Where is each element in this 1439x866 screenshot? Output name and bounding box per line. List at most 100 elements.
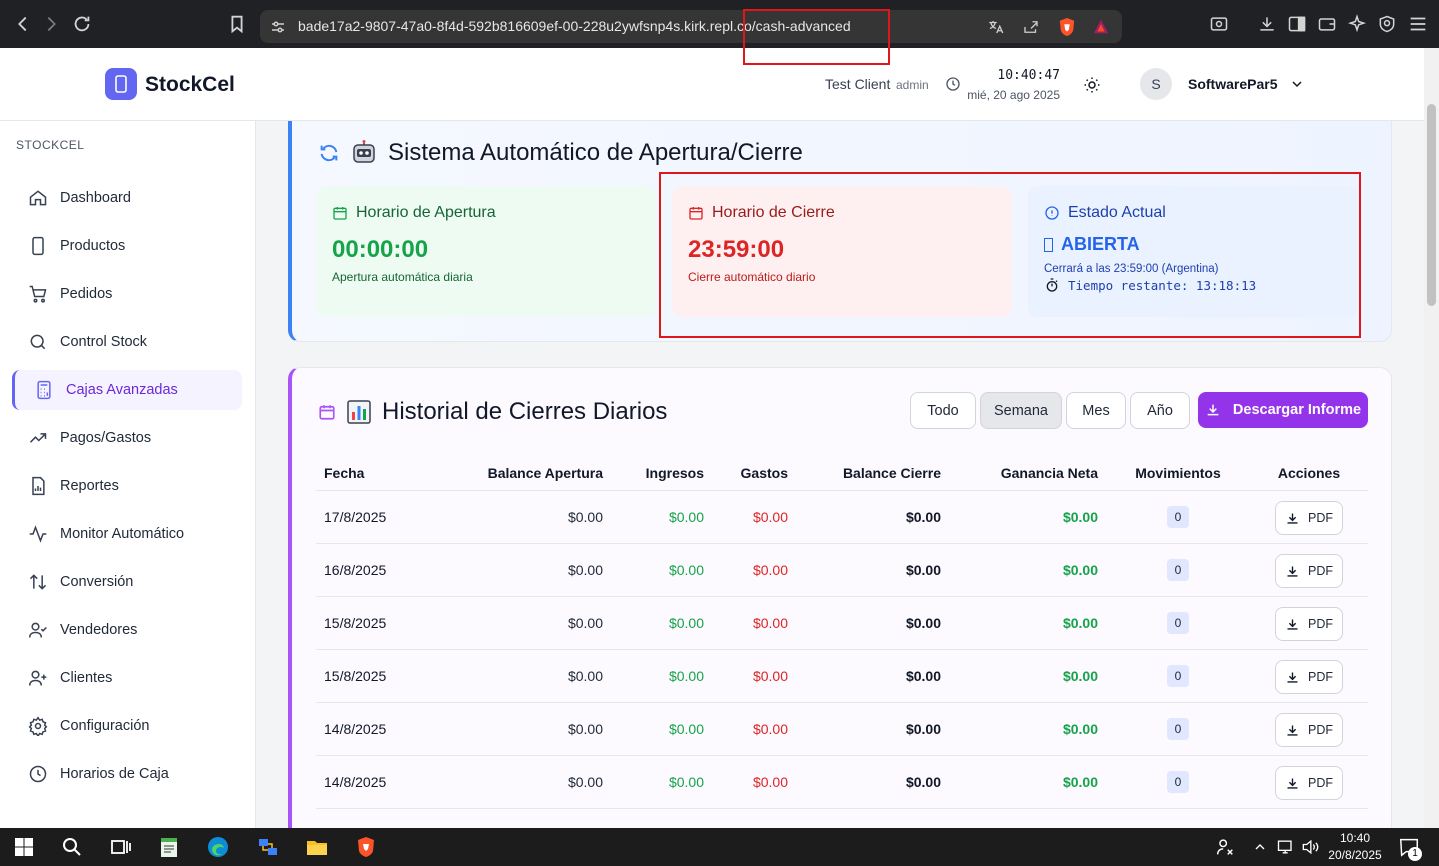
forward-icon[interactable] xyxy=(40,13,62,35)
back-icon[interactable] xyxy=(12,13,34,35)
windows-taskbar: 10:40 20/8/2025 1 xyxy=(0,828,1439,866)
cell-gastos: $0.00 xyxy=(752,509,788,525)
closing-schedule-panel: Horario de Cierre 23:59:00 Cierre automá… xyxy=(672,186,1012,317)
cell-balance-cierre: $0.00 xyxy=(905,668,941,684)
sun-theme-icon[interactable] xyxy=(1083,76,1101,94)
search-icon[interactable] xyxy=(60,835,84,859)
sidebar-item-label: Pagos/Gastos xyxy=(60,430,152,446)
movements-badge: 0 xyxy=(1167,612,1189,634)
pdf-download-button[interactable]: PDF xyxy=(1275,554,1343,588)
windows-start-icon[interactable] xyxy=(12,835,36,859)
translate-icon[interactable] xyxy=(987,18,1005,36)
brave-rewards-icon[interactable] xyxy=(1092,18,1110,36)
bookmark-icon[interactable] xyxy=(226,13,248,35)
col-gastos: Gastos xyxy=(740,465,788,481)
share-icon[interactable] xyxy=(1022,18,1040,36)
cell-balance-cierre: $0.00 xyxy=(905,562,941,578)
pdf-download-button[interactable]: PDF xyxy=(1275,607,1343,641)
brand-name: StockCel xyxy=(145,73,235,96)
screenshot-icon[interactable] xyxy=(1209,13,1229,35)
volume-icon[interactable] xyxy=(1300,835,1320,859)
page-scrollbar[interactable] xyxy=(1424,48,1439,828)
url-path: /cash-advanced xyxy=(751,18,851,34)
opening-label: Horario de Apertura xyxy=(356,204,496,221)
sidebar-item-cajas-avanzadas[interactable]: Cajas Avanzadas xyxy=(12,370,242,410)
filter-todo-button[interactable]: Todo xyxy=(910,392,976,429)
movements-badge: 0 xyxy=(1167,665,1189,687)
task-view-icon[interactable] xyxy=(108,835,132,859)
table-row: 14/8/2025 $0.00 $0.00 $0.00 $0.00 $0.00 0 PDF xyxy=(316,756,1368,809)
filter-mes-button[interactable]: Mes xyxy=(1066,392,1126,429)
bar-chart-emoji-icon xyxy=(347,400,371,424)
status-label-row: Estado Actual xyxy=(1044,204,1342,222)
people-icon[interactable] xyxy=(1214,835,1236,859)
sidebar-toggle-icon[interactable] xyxy=(1287,13,1307,35)
filter-semana-button[interactable]: Semana xyxy=(980,392,1062,429)
sidebar-item-label: Reportes xyxy=(60,478,119,494)
site-settings-icon[interactable] xyxy=(270,19,286,35)
cell-ingresos: $0.00 xyxy=(668,562,704,578)
sidebar-item-productos[interactable]: Productos xyxy=(12,226,242,266)
user-check-icon xyxy=(28,622,47,638)
taskbar-time[interactable]: 10:40 xyxy=(1326,831,1384,845)
sidebar-item-label: Configuración xyxy=(60,718,150,734)
sidebar-item-vendedores[interactable]: Vendedores xyxy=(12,610,242,650)
chevron-up-icon[interactable] xyxy=(1252,835,1268,859)
vpn-icon[interactable] xyxy=(1377,13,1397,35)
sidebar-item-pedidos[interactable]: Pedidos xyxy=(12,274,242,314)
pdf-label: PDF xyxy=(1308,776,1333,790)
calendar-icon xyxy=(333,207,347,220)
download-icon xyxy=(1287,566,1298,577)
cell-balance-apertura: $0.00 xyxy=(567,509,603,525)
username[interactable]: SoftwarePar5 xyxy=(1188,76,1277,92)
notepad-app-icon[interactable] xyxy=(157,835,181,859)
avatar[interactable]: S xyxy=(1140,68,1172,100)
network-app-icon[interactable] xyxy=(256,835,280,859)
col-acciones: Acciones xyxy=(1277,465,1341,481)
status-label: Estado Actual xyxy=(1068,204,1166,221)
sidebar-item-monitor[interactable]: Monitor Automático xyxy=(12,514,242,554)
sidebar-item-horarios[interactable]: Horarios de Caja xyxy=(12,754,242,794)
clock-icon xyxy=(29,765,47,783)
cell-fecha: 15/8/2025 xyxy=(324,668,387,684)
reload-icon[interactable] xyxy=(71,13,93,35)
edge-browser-icon[interactable] xyxy=(206,835,230,859)
wallet-icon[interactable] xyxy=(1317,13,1337,35)
sidebar-item-configuracion[interactable]: Configuración xyxy=(12,706,242,746)
leo-ai-icon[interactable] xyxy=(1347,13,1367,35)
current-time: 10:40:47 xyxy=(997,68,1060,83)
scrollbar-thumb[interactable] xyxy=(1427,104,1436,306)
trend-icon xyxy=(29,433,47,443)
pdf-download-button[interactable]: PDF xyxy=(1275,766,1343,800)
status-value: ABIERTA xyxy=(1061,234,1140,254)
opening-schedule-panel: Horario de Apertura 00:00:00 Apertura au… xyxy=(316,186,656,317)
address-bar[interactable]: bade17a2-9807-47a0-8f4d-592b816609ef-00-… xyxy=(260,10,1122,43)
network-status-icon[interactable] xyxy=(1276,835,1296,859)
brave-shield-icon[interactable] xyxy=(1058,17,1076,37)
sidebar-item-control-stock[interactable]: Control Stock xyxy=(12,322,242,362)
sidebar-item-dashboard[interactable]: Dashboard xyxy=(12,178,242,218)
cell-gastos: $0.00 xyxy=(752,721,788,737)
pdf-label: PDF xyxy=(1308,564,1333,578)
sidebar-item-reportes[interactable]: Reportes xyxy=(12,466,242,506)
pdf-download-button[interactable]: PDF xyxy=(1275,501,1343,535)
sidebar-item-pagos-gastos[interactable]: Pagos/Gastos xyxy=(12,418,242,458)
taskbar-date[interactable]: 20/8/2025 xyxy=(1322,848,1388,862)
pdf-download-button[interactable]: PDF xyxy=(1275,713,1343,747)
menu-icon[interactable] xyxy=(1407,13,1429,35)
cell-gastos: $0.00 xyxy=(752,668,788,684)
filter-ano-button[interactable]: Año xyxy=(1130,392,1190,429)
brave-browser-icon[interactable] xyxy=(354,835,378,859)
pdf-label: PDF xyxy=(1308,670,1333,684)
chevron-down-icon[interactable] xyxy=(1289,76,1305,92)
download-report-button[interactable]: Descargar Informe xyxy=(1198,392,1368,428)
sidebar-item-label: Vendedores xyxy=(60,622,138,638)
col-ganancia-neta: Ganancia Neta xyxy=(1000,465,1098,481)
sidebar-item-conversion[interactable]: Conversión xyxy=(12,562,242,602)
sidebar-item-clientes[interactable]: Clientes xyxy=(12,658,242,698)
download-icon[interactable] xyxy=(1257,13,1277,35)
pdf-download-button[interactable]: PDF xyxy=(1275,660,1343,694)
col-movimientos: Movimientos xyxy=(1135,465,1221,481)
file-explorer-icon[interactable] xyxy=(305,835,329,859)
app-header: StockCel Test Client admin 10:40:47 mié,… xyxy=(0,48,1424,121)
